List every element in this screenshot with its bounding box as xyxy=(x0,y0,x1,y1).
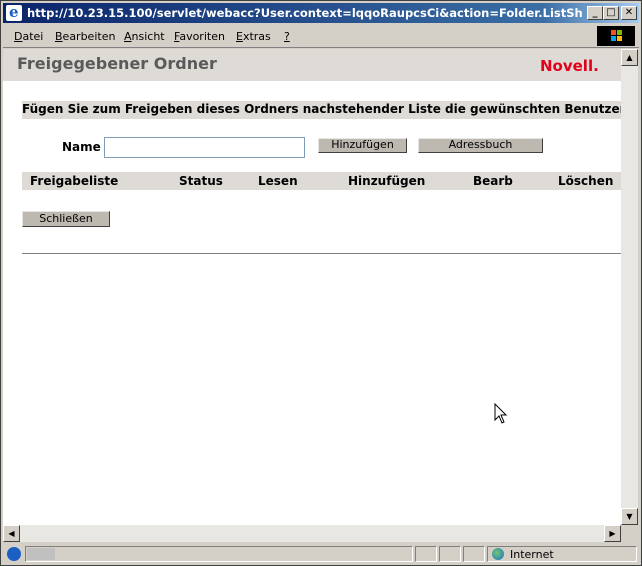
col-header-read: Lesen xyxy=(258,174,298,188)
close-window-button[interactable]: ✕ xyxy=(621,6,637,20)
menu-ansicht[interactable]: Ansicht xyxy=(124,30,165,43)
zone-panel: Internet xyxy=(487,546,637,562)
menu-favoriten[interactable]: Favoriten xyxy=(174,30,225,43)
scroll-up-icon[interactable]: ▲ xyxy=(621,49,638,66)
browser-window: http://10.23.15.100/servlet/webacc?User.… xyxy=(0,0,642,566)
name-input[interactable] xyxy=(104,137,305,158)
maximize-button[interactable]: □ xyxy=(603,6,619,20)
scroll-corner xyxy=(621,525,638,542)
title-bar[interactable]: http://10.23.15.100/servlet/webacc?User.… xyxy=(3,3,639,23)
col-header-delete: Löschen xyxy=(558,174,614,188)
vertical-scrollbar[interactable]: ▲ ▼ xyxy=(621,49,638,525)
status-text-panel xyxy=(25,546,413,562)
scroll-down-icon[interactable]: ▼ xyxy=(621,508,638,525)
window-title: http://10.23.15.100/servlet/webacc?User.… xyxy=(27,6,583,20)
globe-icon xyxy=(492,548,504,560)
scroll-right-icon[interactable]: ▶ xyxy=(604,525,621,542)
minimize-button[interactable]: _ xyxy=(587,6,603,20)
col-header-edit: Bearb xyxy=(473,174,513,188)
addressbook-button[interactable]: Adressbuch xyxy=(418,138,543,153)
mouse-cursor-icon xyxy=(494,403,508,424)
share-list-header: Freigabeliste Status Lesen Hinzufügen Be… xyxy=(22,172,621,190)
add-button[interactable]: Hinzufügen xyxy=(318,138,407,153)
page-content: Freigegebener Ordner Novell. Fügen Sie z… xyxy=(3,49,621,525)
menu-help[interactable]: ? xyxy=(284,30,290,43)
page-title: Freigegebener Ordner xyxy=(17,54,217,73)
horizontal-scrollbar[interactable]: ◀ ▶ xyxy=(3,525,621,542)
ie-app-icon[interactable] xyxy=(6,3,22,21)
page-status-icon xyxy=(7,547,21,561)
zone-label: Internet xyxy=(510,548,554,561)
menu-datei[interactable]: Datei xyxy=(14,30,43,43)
col-header-share-list: Freigabeliste xyxy=(30,174,119,188)
scroll-left-icon[interactable]: ◀ xyxy=(3,525,20,542)
menu-bearbeiten[interactable]: Bearbeiten xyxy=(55,30,115,43)
col-header-status: Status xyxy=(179,174,223,188)
page-header: Freigegebener Ordner Novell. xyxy=(3,49,621,81)
status-bar: Internet xyxy=(3,544,639,564)
col-header-add: Hinzufügen xyxy=(348,174,426,188)
instruction-text: Fügen Sie zum Freigeben dieses Ordners n… xyxy=(22,101,621,119)
menu-extras[interactable]: Extras xyxy=(236,30,271,43)
close-button[interactable]: Schließen xyxy=(22,211,110,227)
novell-logo: Novell. xyxy=(540,57,599,75)
windows-logo-icon xyxy=(597,26,635,46)
name-label: Name xyxy=(62,140,101,154)
menu-bar: Datei Bearbeiten Ansicht Favoriten Extra… xyxy=(3,25,639,48)
divider xyxy=(22,253,621,255)
